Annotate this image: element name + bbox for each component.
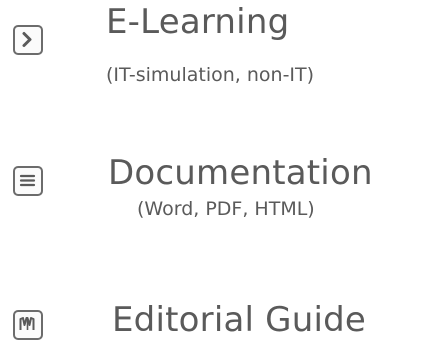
item-title: Documentation [108,153,373,193]
list-item-documentation[interactable]: Documentation (Word, PDF, HTML) [0,150,441,260]
item-title: Editorial Guide [112,300,366,340]
item-subtitle: (IT-simulation, non-IT) [106,64,315,86]
list-item-elearning[interactable]: E-Learning (IT-simulation, non-IT) [0,0,441,110]
chevron-right-box-icon [13,25,43,55]
list-item-editorial-guide[interactable]: Editorial Guide [0,290,441,358]
document-lines-icon [13,166,43,196]
item-title: E-Learning [106,2,290,42]
book-icon [13,310,43,340]
item-subtitle: (Word, PDF, HTML) [137,198,315,220]
